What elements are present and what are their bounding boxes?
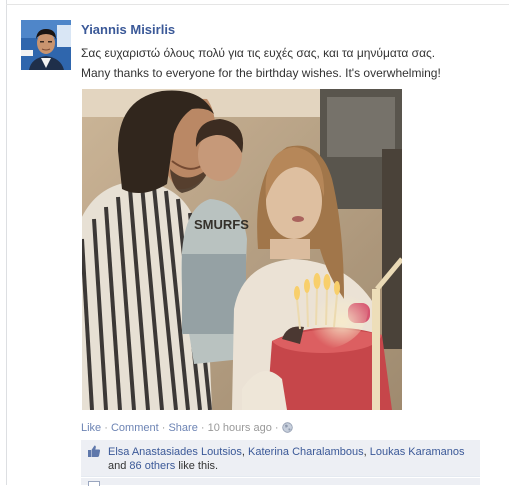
author-name-link[interactable]: Yiannis Misirlis [81, 22, 175, 37]
profile-photo [21, 20, 71, 70]
post-top-border [6, 4, 509, 5]
separator-dot: · [200, 422, 205, 434]
post-message-greek: Σας ευχαριστώ όλους πολύ για τις ευχές σ… [81, 46, 436, 60]
comma: , [363, 446, 367, 458]
post-message-english: Many thanks to everyone for the birthday… [81, 66, 441, 80]
thumbs-up-icon [87, 444, 101, 461]
likes-text: Elsa Anastasiades Loutsios, Katerina Cha… [108, 445, 474, 473]
comment-box-row [81, 478, 480, 486]
post-photo[interactable]: SMURFS [82, 89, 402, 410]
birthday-photo-image: SMURFS [82, 89, 402, 410]
timestamp-link[interactable]: 10 hours ago [208, 422, 272, 434]
like-link[interactable]: Like [81, 422, 101, 434]
separator-dot: · [104, 422, 108, 434]
liker-link[interactable]: Katerina Charalambous [248, 446, 364, 458]
separator-dot: · [274, 422, 279, 434]
and-word: and [108, 460, 127, 472]
author-avatar[interactable] [21, 20, 71, 70]
share-link[interactable]: Share [168, 422, 197, 434]
liker-link[interactable]: Elsa Anastasiades Loutsios [108, 446, 242, 458]
post-action-bar: Like · Comment · Share · 10 hours ago · [81, 421, 293, 437]
comma: , [241, 446, 245, 458]
separator-dot: · [161, 422, 166, 434]
comment-avatar-placeholder [88, 481, 100, 486]
likes-suffix: like this. [178, 460, 219, 472]
post-left-border [6, 0, 7, 485]
likes-summary: Elsa Anastasiades Loutsios, Katerina Cha… [81, 440, 480, 477]
liker-link[interactable]: Loukas Karamanos [370, 446, 465, 458]
others-likes-link[interactable]: 86 others [129, 460, 175, 472]
globe-icon[interactable] [281, 422, 293, 437]
comment-link[interactable]: Comment [111, 422, 159, 434]
